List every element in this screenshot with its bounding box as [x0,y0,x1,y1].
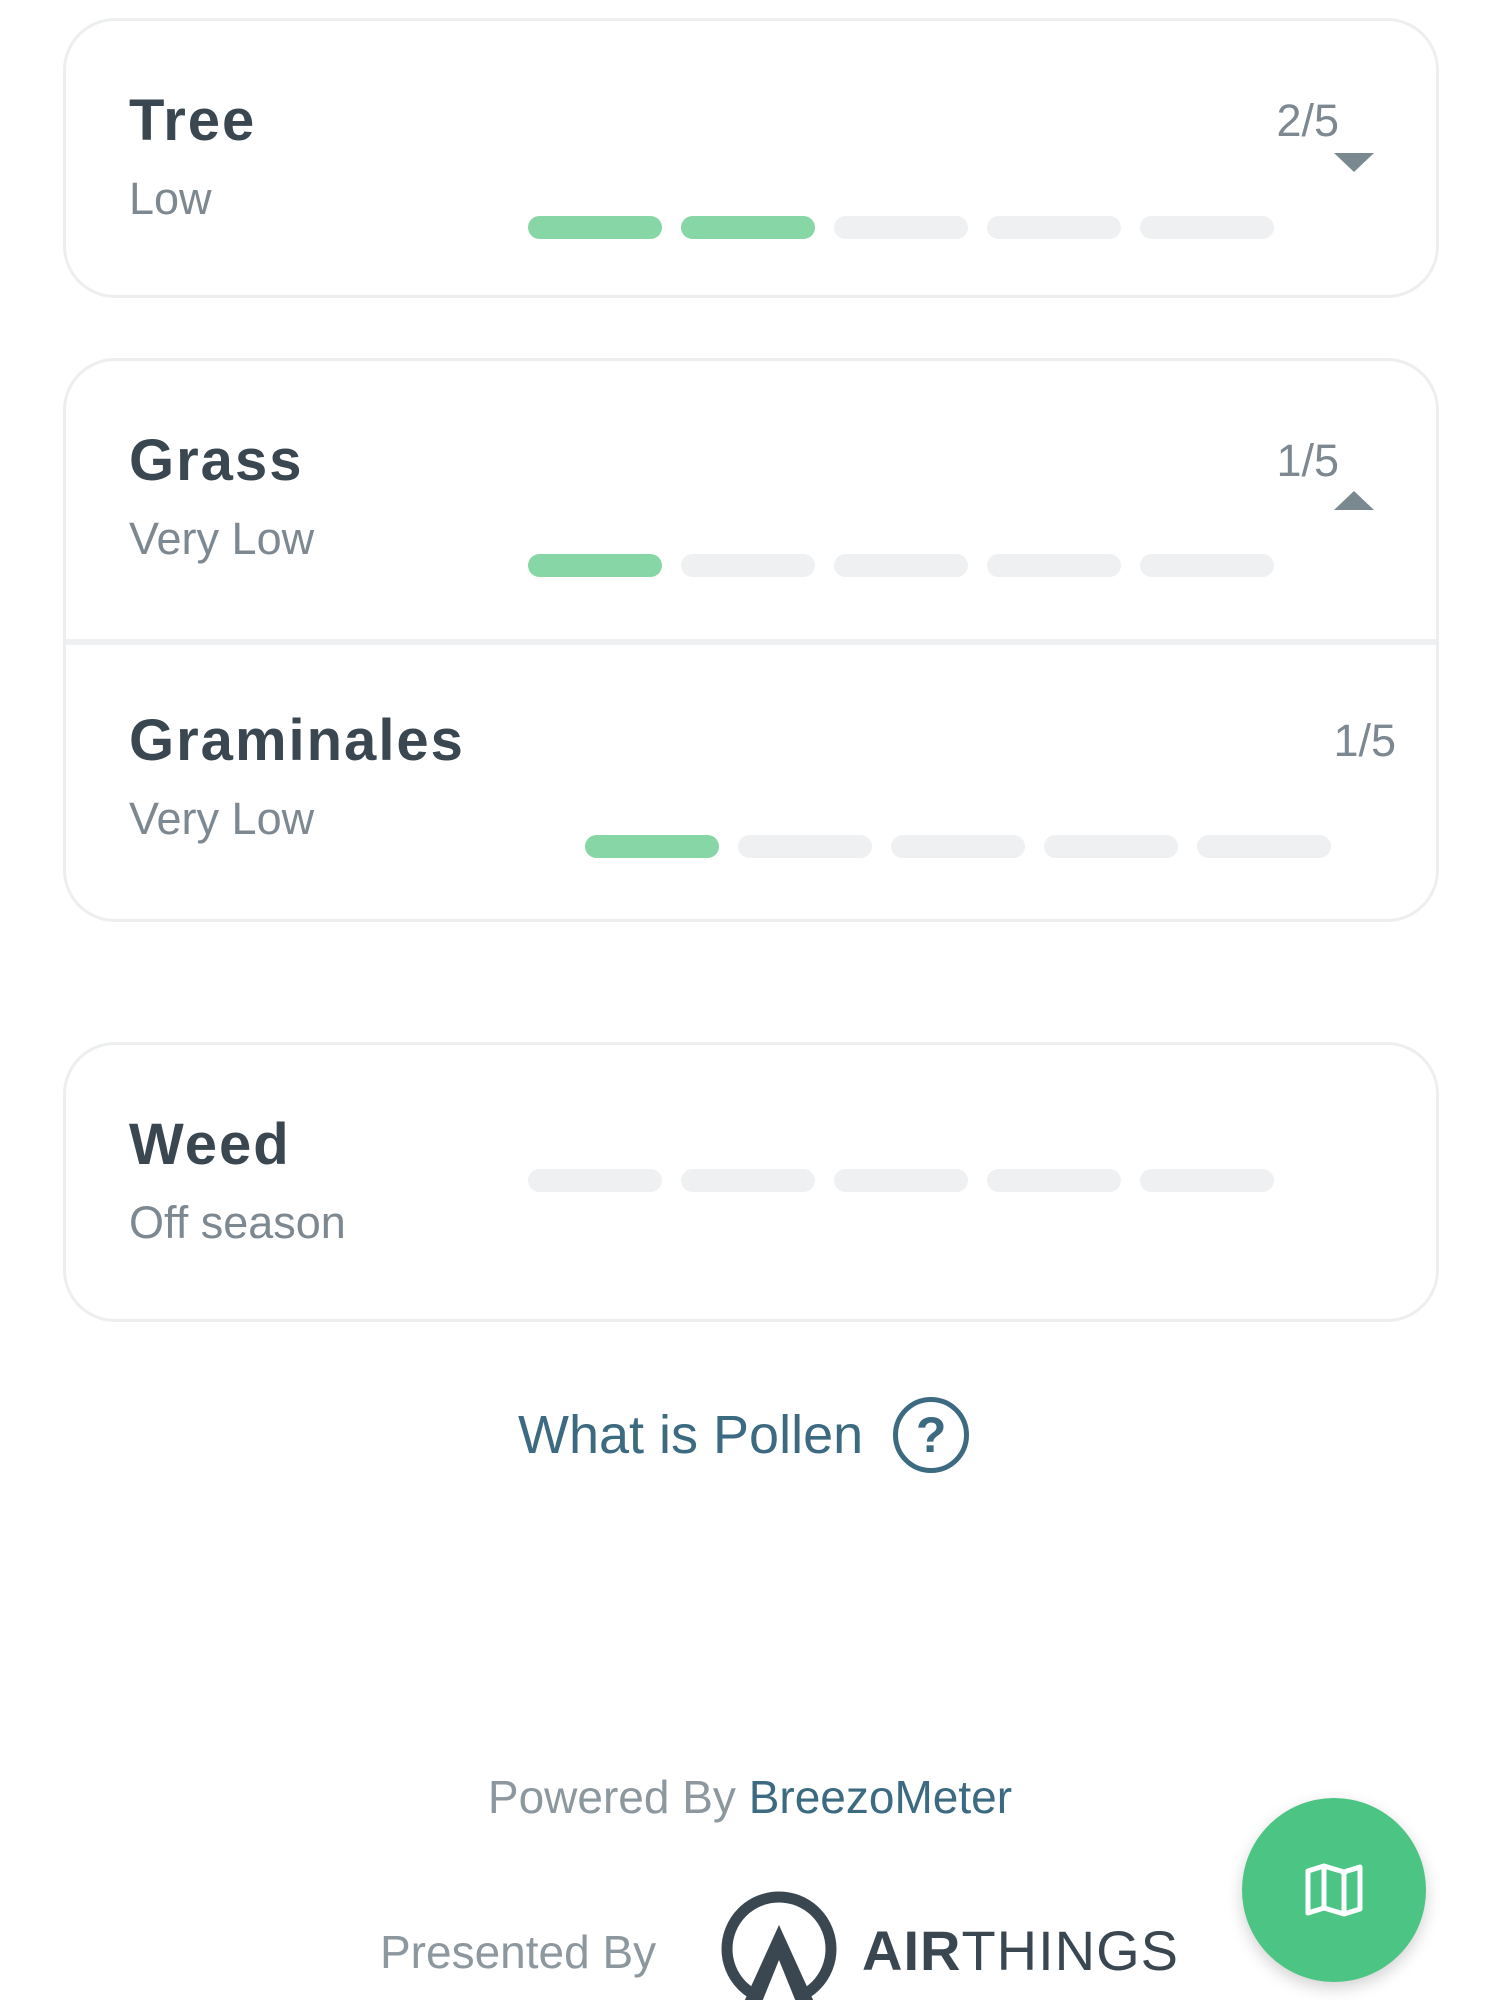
grass-level: Very Low [129,513,315,564]
level-segment-inactive [834,1169,968,1192]
grass-title: Grass [129,428,304,493]
tree-title: Tree [129,88,257,153]
grass-header[interactable]: Grass Very Low 1/5 [66,361,1436,639]
level-segment-inactive [1197,835,1331,858]
level-segment-inactive [987,216,1121,239]
chevron-down-icon[interactable] [1334,153,1374,172]
grass-score: 1/5 [1276,435,1339,486]
level-segment-inactive [1140,216,1274,239]
what-is-pollen-link[interactable]: What is Pollen ? [518,1395,970,1475]
powered-by-label: Powered By [487,1771,736,1823]
grass-level-bar [528,554,1274,577]
level-segment-active [681,216,815,239]
tree-score: 2/5 [1276,95,1339,146]
level-segment-inactive [987,554,1121,577]
airthings-logo-icon [721,1891,837,2000]
airthings-wordmark: AIRTHINGS [862,1918,1179,1983]
airthings-wordmark-rest: THINGS [961,1919,1180,1982]
graminales-score: 1/5 [1333,715,1396,766]
level-segment-inactive [987,1169,1121,1192]
chevron-up-icon[interactable] [1334,491,1374,510]
level-segment-inactive [528,1169,662,1192]
level-segment-inactive [834,216,968,239]
graminales-row: Graminales Very Low 1/5 [66,645,1436,919]
breezometer-link[interactable]: BreezoMeter [749,1771,1012,1823]
level-segment-inactive [681,1169,815,1192]
graminales-title: Graminales [129,708,465,773]
tree-level: Low [129,173,212,224]
map-button[interactable] [1242,1798,1426,1982]
weed-title: Weed [129,1112,291,1177]
airthings-wordmark-bold: AIR [862,1919,962,1982]
tree-card[interactable]: Tree Low 2/5 [63,18,1439,298]
presented-by-label: Presented By [380,1926,657,1978]
level-segment-inactive [738,835,872,858]
graminales-level-bar [585,835,1331,858]
grass-card: Grass Very Low 1/5 Graminales Very Low 1… [63,358,1439,922]
level-segment-inactive [1140,1169,1274,1192]
tree-level-bar [528,216,1274,239]
graminales-level: Very Low [129,793,315,844]
level-segment-active [528,554,662,577]
map-icon [1305,1863,1363,1917]
level-segment-active [585,835,719,858]
level-segment-inactive [1140,554,1274,577]
what-is-pollen-label: What is Pollen [518,1405,864,1465]
weed-level-bar [528,1169,1274,1192]
weed-card[interactable]: Weed Off season [63,1042,1439,1322]
powered-by: Powered By BreezoMeter [0,1770,1500,1824]
level-segment-inactive [1044,835,1178,858]
level-segment-active [528,216,662,239]
weed-level: Off season [129,1197,346,1248]
level-segment-inactive [834,554,968,577]
level-segment-inactive [681,554,815,577]
level-segment-inactive [891,835,1025,858]
question-circle-icon: ? [893,1397,970,1473]
